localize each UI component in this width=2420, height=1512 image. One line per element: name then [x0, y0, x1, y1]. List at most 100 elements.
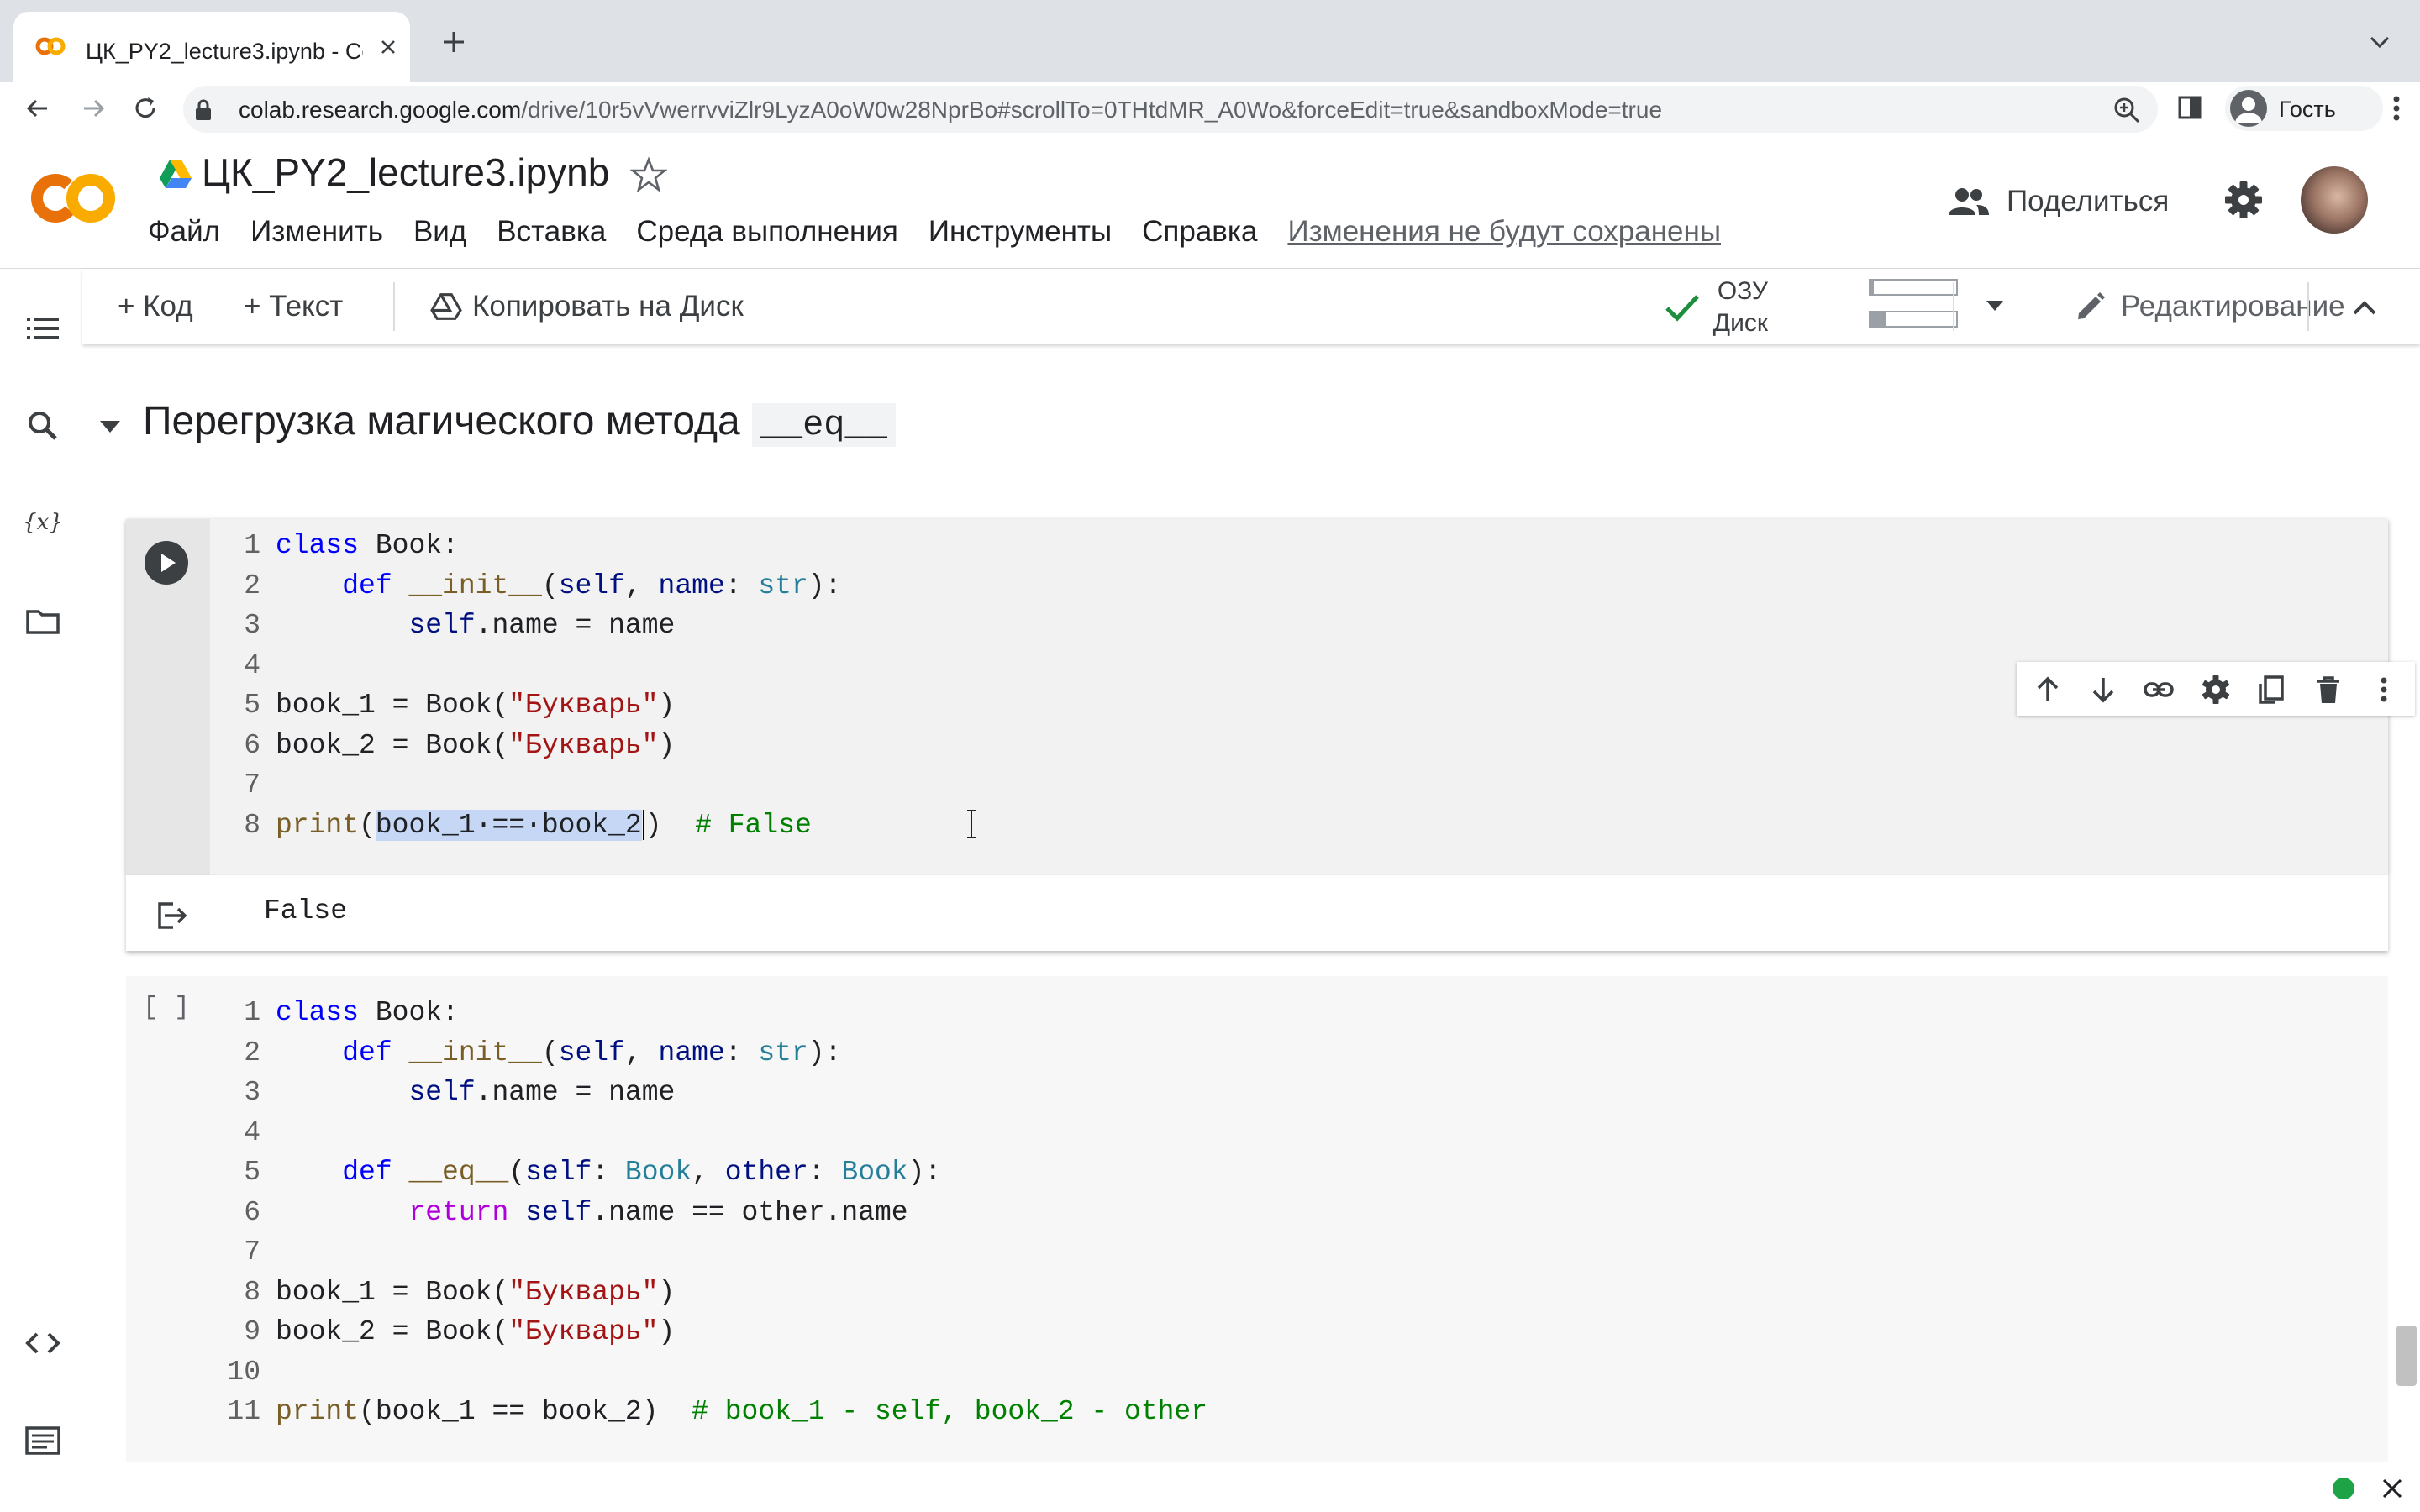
menu-tools[interactable]: Инструменты [929, 215, 1112, 255]
cell-toolbar [2017, 662, 2415, 716]
more-vert-icon[interactable] [2368, 674, 2400, 706]
ram-label: ОЗУ [1717, 277, 1768, 305]
menu-edit[interactable]: Изменить [250, 215, 383, 255]
colab-logo[interactable] [29, 168, 118, 228]
back-arrow-icon[interactable] [22, 92, 54, 124]
text-cursor [642, 809, 644, 840]
profile-name: Гость [2279, 97, 2336, 122]
star-icon[interactable] [630, 156, 667, 193]
terminal-icon[interactable] [24, 1421, 62, 1460]
browser-tab-strip: ЦК_PY2_lecture3.ipynb - Cola [0, 0, 2420, 82]
menu-view[interactable]: Вид [413, 215, 466, 255]
scrollbar-thumb[interactable] [2396, 1326, 2417, 1386]
collapse-section-icon[interactable] [97, 417, 123, 437]
code-text[interactable]: class Book: def __init__(self, name: str… [276, 526, 841, 845]
output-icon[interactable] [155, 900, 188, 931]
cell-output: False [126, 875, 2388, 951]
url-text: colab.research.google.com/drive/10r5vVwe… [239, 97, 1663, 123]
search-icon[interactable] [24, 407, 62, 445]
screen: ЦК_PY2_lecture3.ipynb - Cola colab.resea… [0, 0, 2420, 1512]
copy-to-drive-label: Копировать на Диск [472, 290, 744, 323]
cell-gutter [126, 519, 210, 875]
address-bar[interactable]: colab.research.google.com/drive/10r5vVwe… [183, 86, 2158, 133]
profile-button[interactable]: Гость [2225, 86, 2383, 131]
execution-count[interactable]: [ ] [143, 993, 190, 1022]
disk-usage-bar[interactable] [1869, 311, 1958, 328]
svg-text:{x}: {x} [24, 510, 62, 535]
menu-insert[interactable]: Вставка [497, 215, 606, 255]
mirror-cell-icon[interactable] [2255, 674, 2287, 706]
edit-mode-label: Редактирование [2121, 290, 2345, 323]
add-code-button[interactable]: + Код [118, 286, 193, 328]
output-text: False [264, 895, 348, 927]
chevron-up-icon[interactable] [2348, 291, 2381, 324]
disk-label: Диск [1712, 309, 1768, 337]
share-button[interactable]: Поделиться [1948, 176, 2169, 227]
copy-to-drive-button[interactable]: Копировать на Диск [430, 286, 744, 328]
google-drive-icon[interactable] [158, 158, 193, 190]
section-heading-code: __eq__ [751, 403, 896, 447]
colab-header: ЦК_PY2_lecture3.ipynb Файл Изменить Вид … [0, 134, 2420, 269]
code-cell-1[interactable]: 12345678 class Book: def __init__(self, … [126, 519, 2415, 875]
line-numbers: 1 2 3 4 5 6 7 8 9 10 11 [227, 997, 260, 1427]
left-sidebar: {x} [0, 269, 82, 1462]
menu-runtime[interactable]: Среда выполнения [636, 215, 898, 255]
pencil-icon [2078, 292, 2105, 319]
close-tab-icon[interactable] [375, 34, 402, 60]
code-snippets-icon[interactable] [24, 1324, 62, 1362]
tab-search-chevron-icon[interactable] [2366, 30, 2393, 54]
side-panel-icon[interactable] [2176, 94, 2203, 121]
unsaved-changes-link[interactable]: Изменения не будут сохранены [1287, 215, 1721, 255]
more-vert-icon[interactable] [2383, 92, 2410, 124]
drive-outline-icon [430, 293, 462, 320]
share-label: Поделиться [2007, 185, 2170, 218]
add-text-button[interactable]: + Текст [244, 286, 343, 328]
toolbar-divider [393, 282, 395, 331]
forward-arrow-icon[interactable] [77, 92, 109, 124]
menu-file[interactable]: Файл [148, 215, 220, 255]
variables-icon[interactable]: {x} [24, 502, 62, 541]
connected-check-icon [1665, 295, 1699, 322]
browser-toolbar: colab.research.google.com/drive/10r5vVwe… [0, 82, 2420, 134]
code-cell-2[interactable]: [ ] 1 2 3 4 5 6 7 8 9 10 11 class Book: def __init… [126, 976, 2388, 1462]
menu-help[interactable]: Справка [1142, 215, 1257, 255]
move-cell-up-icon[interactable] [2032, 674, 2064, 706]
user-avatar[interactable] [2301, 166, 2368, 234]
gear-icon[interactable] [2223, 180, 2264, 220]
resources-dropdown-icon[interactable] [1983, 296, 2007, 314]
folder-icon[interactable] [24, 601, 62, 640]
new-tab-icon[interactable] [437, 25, 471, 59]
toolbar-divider [2307, 282, 2309, 331]
link-icon[interactable] [2143, 674, 2175, 706]
table-of-contents-icon[interactable] [24, 309, 62, 348]
colab-favicon-icon [35, 37, 66, 55]
ram-usage-fill [1870, 281, 1875, 294]
notebook-toolbar: + Код + Текст Копировать на Диск ОЗУ Дис… [82, 269, 2420, 344]
lock-icon[interactable] [193, 99, 213, 121]
move-cell-down-icon[interactable] [2087, 674, 2119, 706]
menu-bar: Файл Изменить Вид Вставка Среда выполнен… [148, 215, 1721, 255]
cell-settings-icon[interactable] [2200, 674, 2232, 706]
close-icon[interactable] [2381, 1478, 2403, 1499]
code-text[interactable]: class Book: def __init__(self, name: str… [276, 993, 1207, 1432]
text-cursor-ibeam [967, 810, 976, 838]
section-heading: Перегрузка магического метода __eq__ [143, 398, 896, 447]
line-numbers: 12345678 [244, 530, 260, 841]
tab-title: ЦК_PY2_lecture3.ipynb - Cola [86, 39, 363, 64]
people-icon [1949, 188, 1989, 215]
status-indicator[interactable] [2333, 1478, 2354, 1499]
status-bar [0, 1462, 2420, 1512]
zoom-icon[interactable] [2112, 96, 2141, 124]
reload-icon[interactable] [129, 92, 161, 124]
edit-mode-button[interactable]: Редактирование [2074, 286, 2345, 328]
run-cell-button[interactable] [145, 541, 188, 585]
play-icon [161, 554, 176, 572]
disk-usage-fill [1870, 312, 1886, 326]
notebook-content: Перегрузка магического метода __eq__ 1234… [82, 344, 2420, 1462]
ram-usage-bar[interactable] [1869, 279, 1958, 296]
trash-icon[interactable] [2312, 674, 2344, 706]
notebook-title[interactable]: ЦК_PY2_lecture3.ipynb [202, 150, 609, 195]
resource-labels[interactable]: ОЗУ Диск [1707, 276, 1768, 339]
browser-tab[interactable]: ЦК_PY2_lecture3.ipynb - Cola [13, 12, 410, 82]
toolbar-divider [1953, 282, 1954, 331]
